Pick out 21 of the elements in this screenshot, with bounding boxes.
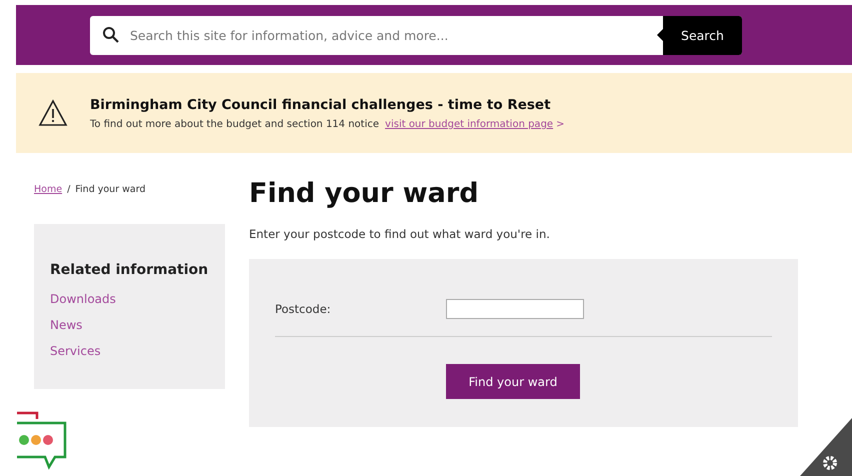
breadcrumb-link[interactable]: Home bbox=[34, 184, 62, 224]
settings-icon[interactable] bbox=[800, 418, 852, 476]
page-heading: Find your ward bbox=[249, 178, 480, 209]
breadcrumb-separator: / bbox=[67, 184, 70, 197]
find-ward-button[interactable]: Find your ward bbox=[446, 364, 580, 399]
budget-link[interactable]: visit our budget information page bbox=[385, 118, 554, 130]
search-button[interactable]: Search bbox=[663, 16, 742, 54]
intro-text: Enter your postcode to find out what ward you're in. bbox=[249, 227, 551, 241]
sidebar-link[interactable]: News bbox=[50, 312, 209, 338]
search-field[interactable]: Search this site for information, advice and more... Search bbox=[90, 16, 742, 54]
alert-title: Birmingham City Council financial challenges - time to Reset bbox=[90, 96, 552, 112]
sidebar-link[interactable]: Downloads bbox=[50, 286, 209, 312]
warning-icon bbox=[38, 99, 68, 127]
postcode-label: Postcode: bbox=[275, 302, 332, 316]
breadcrumb-current: Find your ward bbox=[75, 184, 146, 197]
alert-text: To find out more about the budget and section 114 notice visit our budget information page > bbox=[90, 118, 564, 130]
postcode-field[interactable] bbox=[446, 299, 584, 319]
sidebar-title: Related information bbox=[50, 262, 209, 278]
search-icon bbox=[102, 26, 120, 44]
feedback-icon[interactable] bbox=[15, 411, 69, 473]
sidebar-link[interactable]: Services bbox=[50, 338, 209, 364]
